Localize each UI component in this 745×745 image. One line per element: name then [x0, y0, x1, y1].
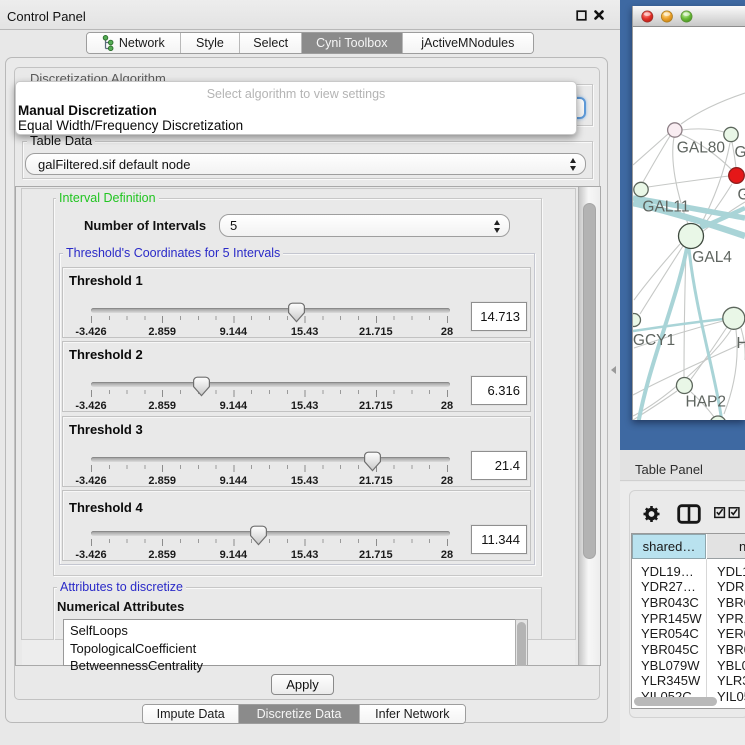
svg-text:GAL: GAL: [735, 144, 745, 161]
svg-text:GAL4: GAL4: [692, 249, 732, 266]
svg-text:GA: GA: [738, 187, 745, 204]
svg-text:GAL80: GAL80: [677, 140, 726, 157]
svg-text:GAL11: GAL11: [642, 199, 689, 216]
svg-text:HAP2: HAP2: [686, 394, 727, 411]
svg-text:GCY1: GCY1: [633, 332, 675, 349]
svg-text:HIS: HIS: [737, 335, 745, 352]
